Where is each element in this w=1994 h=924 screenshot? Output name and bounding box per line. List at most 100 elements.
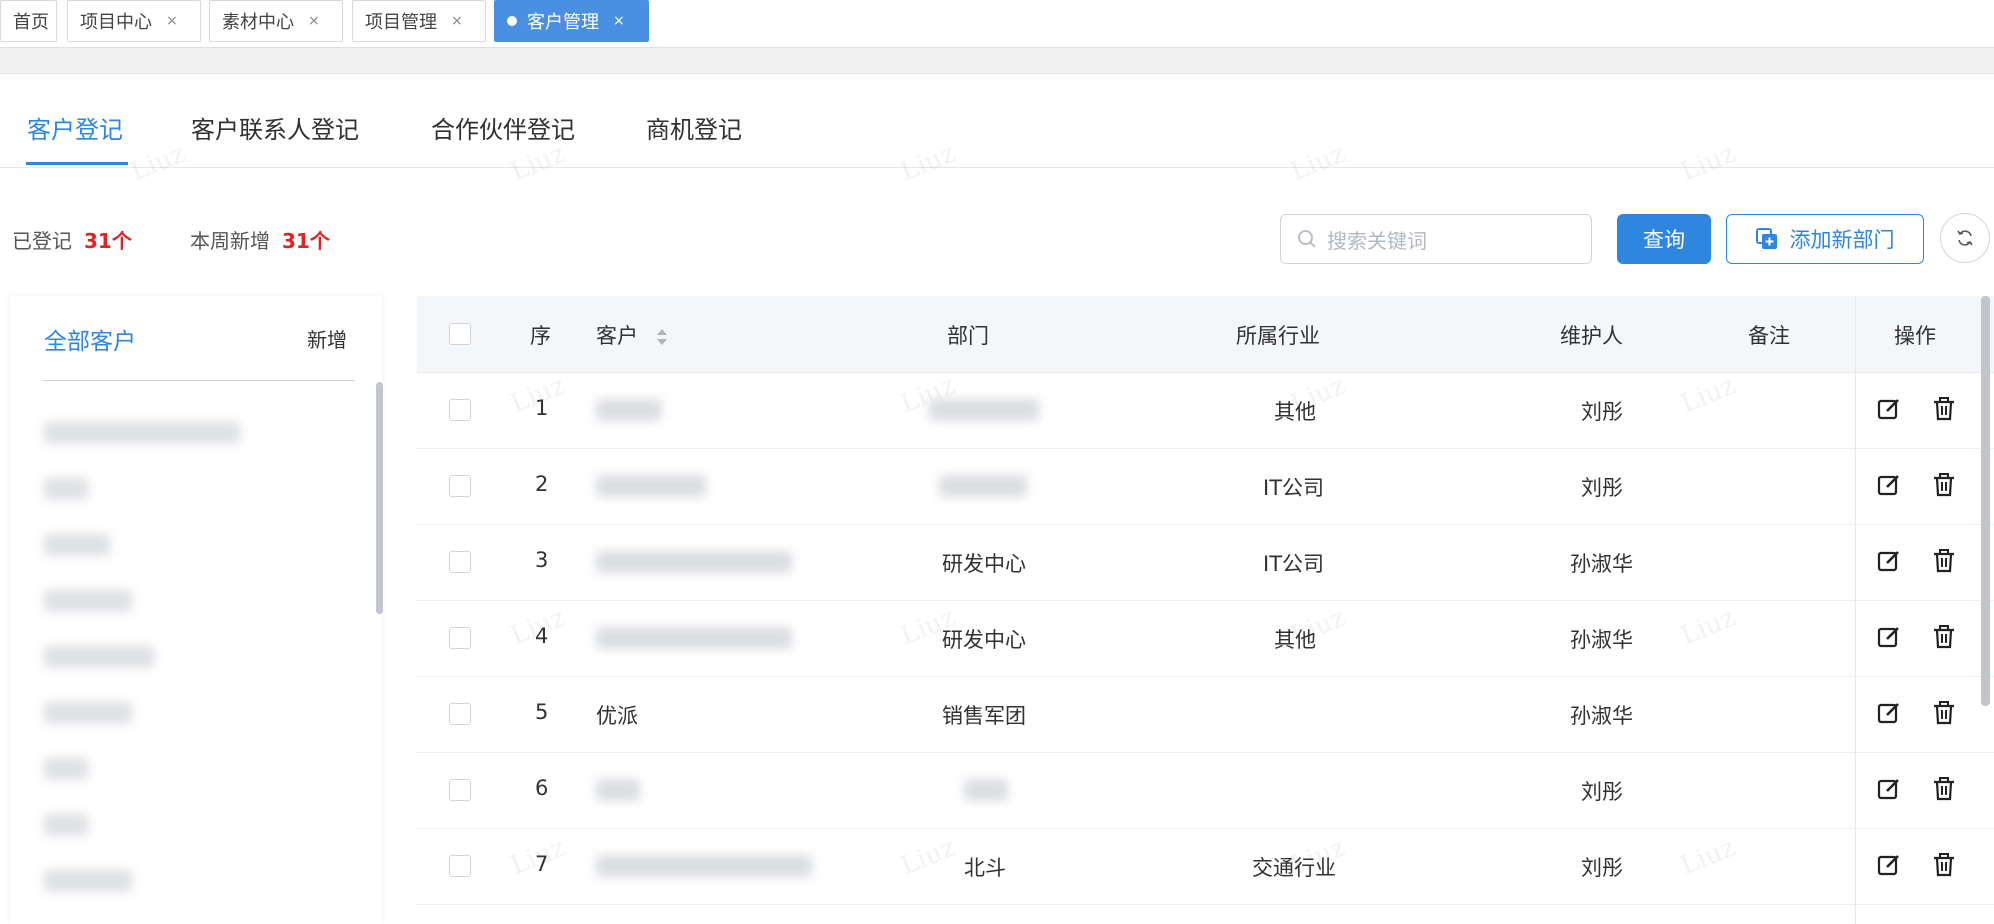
column-industry: 所属行业 <box>1236 324 1320 348</box>
column-department: 部门 <box>947 324 989 348</box>
header-divider <box>0 48 1994 74</box>
table-row: 5 优派 销售军团 孙淑华 <box>417 677 1994 753</box>
actions-column <box>1855 296 1979 924</box>
delete-icon[interactable] <box>1932 852 1956 882</box>
column-maintainer: 维护人 <box>1560 324 1623 348</box>
column-customer-label: 客户 <box>596 324 638 348</box>
row-checkbox[interactable] <box>449 475 471 497</box>
list-item[interactable] <box>44 646 154 668</box>
table-row: 6 刘彤 <box>417 753 1994 829</box>
page-tab-bar: 首页 项目中心 × 素材中心 × 项目管理 × 客户管理 × <box>0 0 1994 48</box>
list-item[interactable] <box>44 590 132 612</box>
close-icon[interactable]: × <box>451 13 463 29</box>
table-row: 2 IT公司 刘彤 <box>417 449 1994 525</box>
edit-icon[interactable] <box>1876 472 1902 502</box>
sidebar-scrollbar[interactable] <box>376 382 383 614</box>
tab-project-management[interactable]: 项目管理 × <box>352 0 486 42</box>
delete-icon[interactable] <box>1932 700 1956 730</box>
search-input[interactable]: 搜索关键词 <box>1280 214 1592 264</box>
list-item[interactable] <box>44 814 88 836</box>
column-index: 序 <box>530 324 551 348</box>
tab-customer-registration[interactable]: 客户登记 <box>27 110 123 145</box>
tab-project-center[interactable]: 项目中心 × <box>67 0 201 42</box>
query-button[interactable]: 查询 <box>1617 214 1711 264</box>
tab-label: 素材中心 <box>222 12 294 33</box>
row-index: 6 <box>535 776 549 800</box>
department: 研发中心 <box>942 628 1026 652</box>
close-icon[interactable]: × <box>613 13 625 29</box>
row-checkbox[interactable] <box>449 627 471 649</box>
industry: 交通行业 <box>1252 856 1336 880</box>
delete-icon[interactable] <box>1932 472 1956 502</box>
delete-icon[interactable] <box>1932 624 1956 654</box>
row-checkbox[interactable] <box>449 703 471 725</box>
department-name <box>929 399 1039 421</box>
edit-icon[interactable] <box>1876 548 1902 578</box>
weekly-label: 本周新增 <box>190 229 270 253</box>
industry: IT公司 <box>1263 476 1325 500</box>
table-row: 3 研发中心 IT公司 孙淑华 <box>417 525 1994 601</box>
column-customer[interactable]: 客户 <box>596 320 669 350</box>
select-all-checkbox[interactable] <box>449 323 471 345</box>
add-department-button[interactable]: 添加新部门 <box>1726 214 1924 264</box>
maintainer: 刘彤 <box>1581 476 1623 500</box>
list-item[interactable] <box>44 478 88 500</box>
delete-icon[interactable] <box>1932 548 1956 578</box>
close-icon[interactable]: × <box>166 13 178 29</box>
customer-name <box>596 627 792 649</box>
row-checkbox[interactable] <box>449 399 471 421</box>
tab-material-center[interactable]: 素材中心 × <box>209 0 343 42</box>
tab-customer-management[interactable]: 客户管理 × <box>494 0 649 42</box>
maintainer: 刘彤 <box>1581 780 1623 804</box>
list-item[interactable] <box>44 758 88 780</box>
department: 研发中心 <box>942 552 1026 576</box>
tab-home[interactable]: 首页 <box>0 0 57 42</box>
column-remark: 备注 <box>1748 324 1790 348</box>
customer: 优派 <box>596 704 638 728</box>
edit-icon[interactable] <box>1876 624 1902 654</box>
edit-icon[interactable] <box>1876 852 1902 882</box>
sidebar-divider <box>43 380 355 381</box>
list-item[interactable] <box>44 870 132 892</box>
customer-table: 序 客户 部门 所属行业 维护人 备注 操作 1 其他 刘彤 2 IT公司 刘彤… <box>417 296 1994 924</box>
row-checkbox[interactable] <box>449 855 471 877</box>
maintainer: 孙淑华 <box>1570 552 1633 576</box>
maintainer: 孙淑华 <box>1570 628 1633 652</box>
row-checkbox[interactable] <box>449 551 471 573</box>
tab-label: 项目管理 <box>365 12 437 33</box>
close-icon[interactable]: × <box>308 13 320 29</box>
list-item[interactable] <box>44 702 132 724</box>
add-customer-link[interactable]: 新增 <box>307 324 347 353</box>
edit-icon[interactable] <box>1876 776 1902 806</box>
tab-opportunity-registration[interactable]: 商机登记 <box>646 110 742 145</box>
registered-label: 已登记 <box>12 229 72 253</box>
refresh-button[interactable] <box>1940 213 1990 263</box>
active-dot-icon <box>507 16 517 26</box>
delete-icon[interactable] <box>1932 776 1956 806</box>
maintainer: 刘彤 <box>1581 856 1623 880</box>
edit-icon[interactable] <box>1876 700 1902 730</box>
customer-name <box>596 855 812 877</box>
row-index: 3 <box>535 548 549 572</box>
department: 北斗 <box>964 856 1006 880</box>
tab-contact-registration[interactable]: 客户联系人登记 <box>191 110 359 145</box>
add-department-label: 添加新部门 <box>1789 228 1895 252</box>
table-scrollbar[interactable] <box>1981 296 1990 706</box>
search-placeholder: 搜索关键词 <box>1327 228 1427 253</box>
department-name <box>939 475 1027 497</box>
industry: 其他 <box>1274 400 1316 424</box>
table-row: 1 其他 刘彤 <box>417 373 1994 449</box>
delete-icon[interactable] <box>1932 396 1956 426</box>
list-item[interactable] <box>44 534 110 556</box>
table-row: 7 北斗 交通行业 刘彤 <box>417 829 1994 905</box>
row-index: 7 <box>535 852 549 876</box>
all-customers-link[interactable]: 全部客户 <box>44 322 136 356</box>
row-index: 4 <box>535 624 549 648</box>
maintainer: 孙淑华 <box>1570 704 1633 728</box>
list-item[interactable] <box>44 422 240 444</box>
search-icon <box>1298 230 1316 248</box>
edit-icon[interactable] <box>1876 396 1902 426</box>
tab-label: 项目中心 <box>80 12 152 33</box>
sort-icon[interactable] <box>655 326 669 348</box>
row-checkbox[interactable] <box>449 779 471 801</box>
